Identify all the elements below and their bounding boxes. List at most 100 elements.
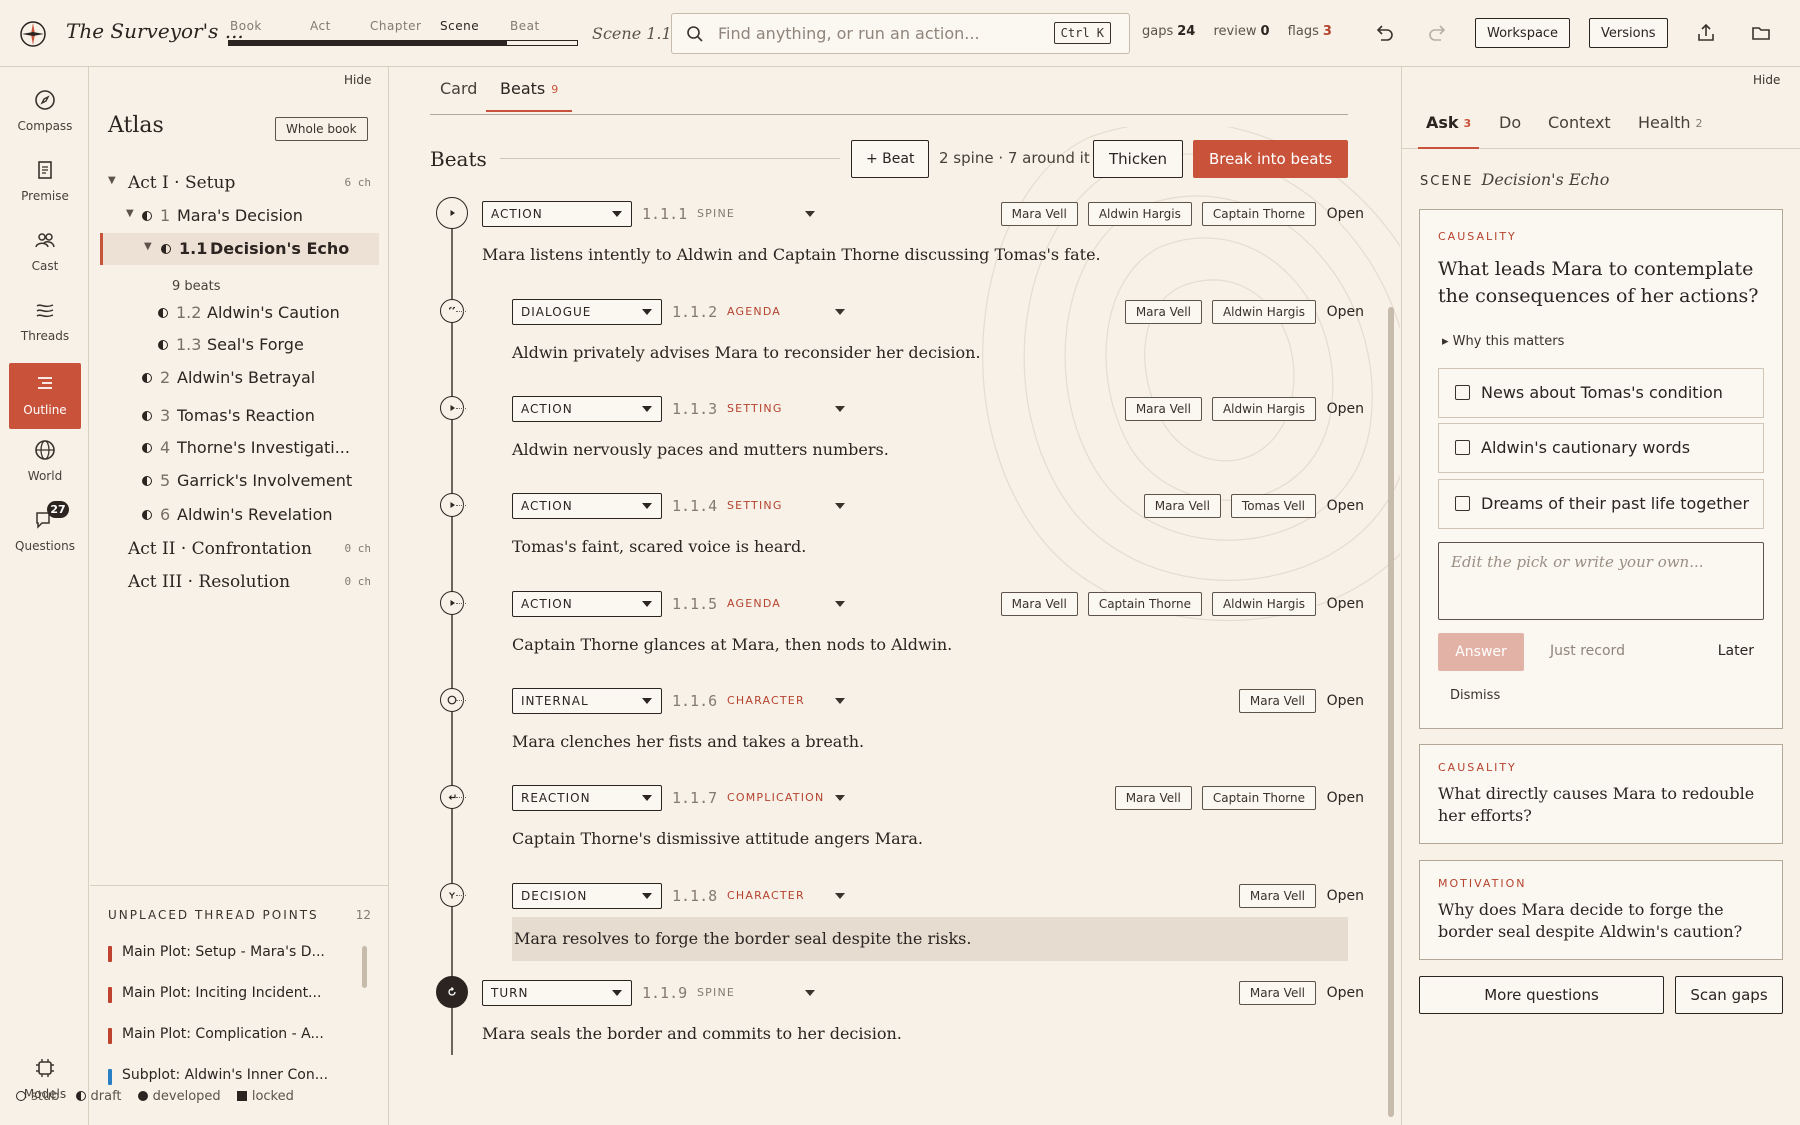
level-selector[interactable]: Book Act Chapter Scene Beat: [228, 19, 578, 49]
tree-item-chapter[interactable]: ▼ 1 Mara's Decision: [90, 200, 389, 232]
beat-function-label[interactable]: CHARACTER: [727, 889, 805, 902]
thread-point[interactable]: Main Plot: Setup - Mara's D...: [108, 944, 325, 962]
scene-breadcrumb[interactable]: Scene 1.1: [592, 24, 672, 43]
versions-button[interactable]: Versions: [1589, 18, 1668, 48]
tree-item-chapter[interactable]: 3 Tomas's Reaction: [90, 400, 389, 432]
workspace-button[interactable]: Workspace: [1475, 18, 1571, 48]
nav-cast[interactable]: Cast: [9, 219, 81, 285]
compass-logo-icon[interactable]: [19, 20, 47, 48]
search-input[interactable]: [718, 22, 1038, 44]
option-checkbox[interactable]: [1455, 496, 1470, 511]
beat-type-select[interactable]: ACTION: [512, 396, 662, 422]
tree-item-chapter[interactable]: 4 Thorne's Investigati...: [90, 432, 389, 464]
tree-item-chapter[interactable]: 2 Aldwin's Betrayal: [90, 362, 389, 394]
open-beat-link[interactable]: Open: [1327, 206, 1364, 222]
main-scrollbar[interactable]: [1388, 307, 1394, 1117]
open-beat-link[interactable]: Open: [1327, 693, 1364, 709]
character-chip[interactable]: Mara Vell: [1000, 202, 1078, 226]
tab-do[interactable]: Do: [1499, 113, 1521, 132]
own-answer-input[interactable]: [1438, 542, 1764, 620]
beat-function-label[interactable]: SPINE: [697, 207, 735, 220]
open-beat-link[interactable]: Open: [1327, 498, 1364, 514]
beat-type-select[interactable]: ACTION: [482, 201, 632, 227]
thread-point[interactable]: Main Plot: Complication - A...: [108, 1026, 324, 1044]
tab-context[interactable]: Context: [1548, 113, 1611, 132]
nav-outline[interactable]: Outline: [9, 363, 81, 429]
beat-text[interactable]: Mara listens intently to Aldwin and Capt…: [482, 245, 1101, 264]
beat-text[interactable]: Tomas's faint, scared voice is heard.: [512, 537, 806, 556]
open-beat-link[interactable]: Open: [1327, 596, 1364, 612]
answer-option[interactable]: News about Tomas's condition: [1438, 368, 1764, 418]
level-track[interactable]: [228, 40, 578, 46]
beat-text[interactable]: Aldwin nervously paces and mutters numbe…: [512, 440, 889, 459]
character-chip[interactable]: Captain Thorne: [1087, 592, 1202, 616]
function-chevron-down-icon[interactable]: [835, 601, 845, 607]
review-count[interactable]: 0: [1260, 24, 1269, 39]
character-chip[interactable]: Mara Vell: [1238, 689, 1316, 713]
gaps-count[interactable]: 24: [1177, 24, 1195, 39]
function-chevron-down-icon[interactable]: [805, 990, 815, 996]
character-chip[interactable]: Mara Vell: [1238, 981, 1316, 1005]
beat-type-select[interactable]: REACTION: [512, 785, 662, 811]
just-record-button[interactable]: Just record: [1550, 643, 1625, 659]
flags-count[interactable]: 3: [1323, 24, 1332, 39]
option-checkbox[interactable]: [1455, 440, 1470, 455]
level-chapter[interactable]: Chapter: [370, 19, 421, 33]
tree-item-scene[interactable]: 1.2 Aldwin's Caution: [90, 297, 389, 329]
beat-play-icon[interactable]: [436, 197, 468, 229]
option-checkbox[interactable]: [1455, 385, 1470, 400]
function-chevron-down-icon[interactable]: [835, 309, 845, 315]
nav-threads[interactable]: Threads: [9, 289, 81, 355]
character-chip[interactable]: Mara Vell: [1238, 884, 1316, 908]
character-chip[interactable]: Aldwin Hargis: [1211, 300, 1316, 324]
function-chevron-down-icon[interactable]: [835, 698, 845, 704]
tree-item-scene[interactable]: ▼ 1.1 Decision's Echo: [100, 233, 379, 265]
tree-item-act[interactable]: Act II · Confrontation 0 ch: [90, 533, 389, 565]
function-chevron-down-icon[interactable]: [835, 795, 845, 801]
hide-atlas-link[interactable]: Hide: [344, 73, 371, 87]
command-search[interactable]: Ctrl K: [671, 13, 1130, 54]
function-chevron-down-icon[interactable]: [835, 893, 845, 899]
function-chevron-down-icon[interactable]: [835, 503, 845, 509]
level-scene[interactable]: Scene: [440, 19, 479, 33]
more-questions-button[interactable]: More questions: [1419, 976, 1664, 1014]
thicken-button[interactable]: Thicken: [1093, 140, 1183, 178]
character-chip[interactable]: Aldwin Hargis: [1211, 397, 1316, 421]
beat-function-label[interactable]: SPINE: [697, 986, 735, 999]
beat-function-label[interactable]: CHARACTER: [727, 694, 805, 707]
character-chip[interactable]: Aldwin Hargis: [1087, 202, 1192, 226]
redo-icon[interactable]: [1427, 22, 1449, 44]
open-beat-link[interactable]: Open: [1327, 401, 1364, 417]
expand-caret-icon[interactable]: ▼: [144, 241, 152, 252]
expand-caret-icon[interactable]: ▼: [126, 208, 134, 219]
character-chip[interactable]: Aldwin Hargis: [1211, 592, 1316, 616]
later-button[interactable]: Later: [1718, 643, 1754, 659]
answer-option[interactable]: Dreams of their past life together: [1438, 479, 1764, 529]
answer-button[interactable]: Answer: [1438, 633, 1524, 671]
nav-premise[interactable]: Premise: [9, 149, 81, 215]
nav-world[interactable]: World: [9, 429, 81, 495]
character-chip[interactable]: Mara Vell: [1000, 592, 1078, 616]
beat-type-select[interactable]: ACTION: [512, 591, 662, 617]
beat-rotate-icon[interactable]: [436, 976, 468, 1008]
tree-item-scene[interactable]: 1.3 Seal's Forge: [90, 329, 389, 361]
export-icon[interactable]: [1695, 22, 1717, 44]
beat-text[interactable]: Captain Thorne glances at Mara, then nod…: [512, 635, 952, 654]
question-card[interactable]: CAUSALITY What directly causes Mara to r…: [1419, 744, 1783, 844]
tab-ask[interactable]: Ask 3: [1418, 113, 1480, 149]
undo-icon[interactable]: [1373, 22, 1395, 44]
beat-function-label[interactable]: AGENDA: [727, 305, 781, 318]
level-beat[interactable]: Beat: [510, 19, 540, 33]
beat-text[interactable]: Aldwin privately advises Mara to reconsi…: [512, 343, 981, 362]
character-chip[interactable]: Tomas Vell: [1230, 494, 1316, 518]
thread-point[interactable]: Main Plot: Inciting Incident...: [108, 985, 321, 1003]
character-chip[interactable]: Captain Thorne: [1201, 786, 1316, 810]
beat-function-label[interactable]: COMPLICATION: [727, 791, 824, 804]
character-chip[interactable]: Mara Vell: [1124, 300, 1202, 324]
dismiss-button[interactable]: Dismiss: [1450, 688, 1500, 703]
open-beat-link[interactable]: Open: [1327, 985, 1364, 1001]
level-book[interactable]: Book: [230, 19, 262, 33]
function-chevron-down-icon[interactable]: [835, 406, 845, 412]
scan-gaps-button[interactable]: Scan gaps: [1675, 976, 1783, 1014]
beat-text[interactable]: Mara resolves to forge the border seal d…: [512, 917, 1348, 961]
